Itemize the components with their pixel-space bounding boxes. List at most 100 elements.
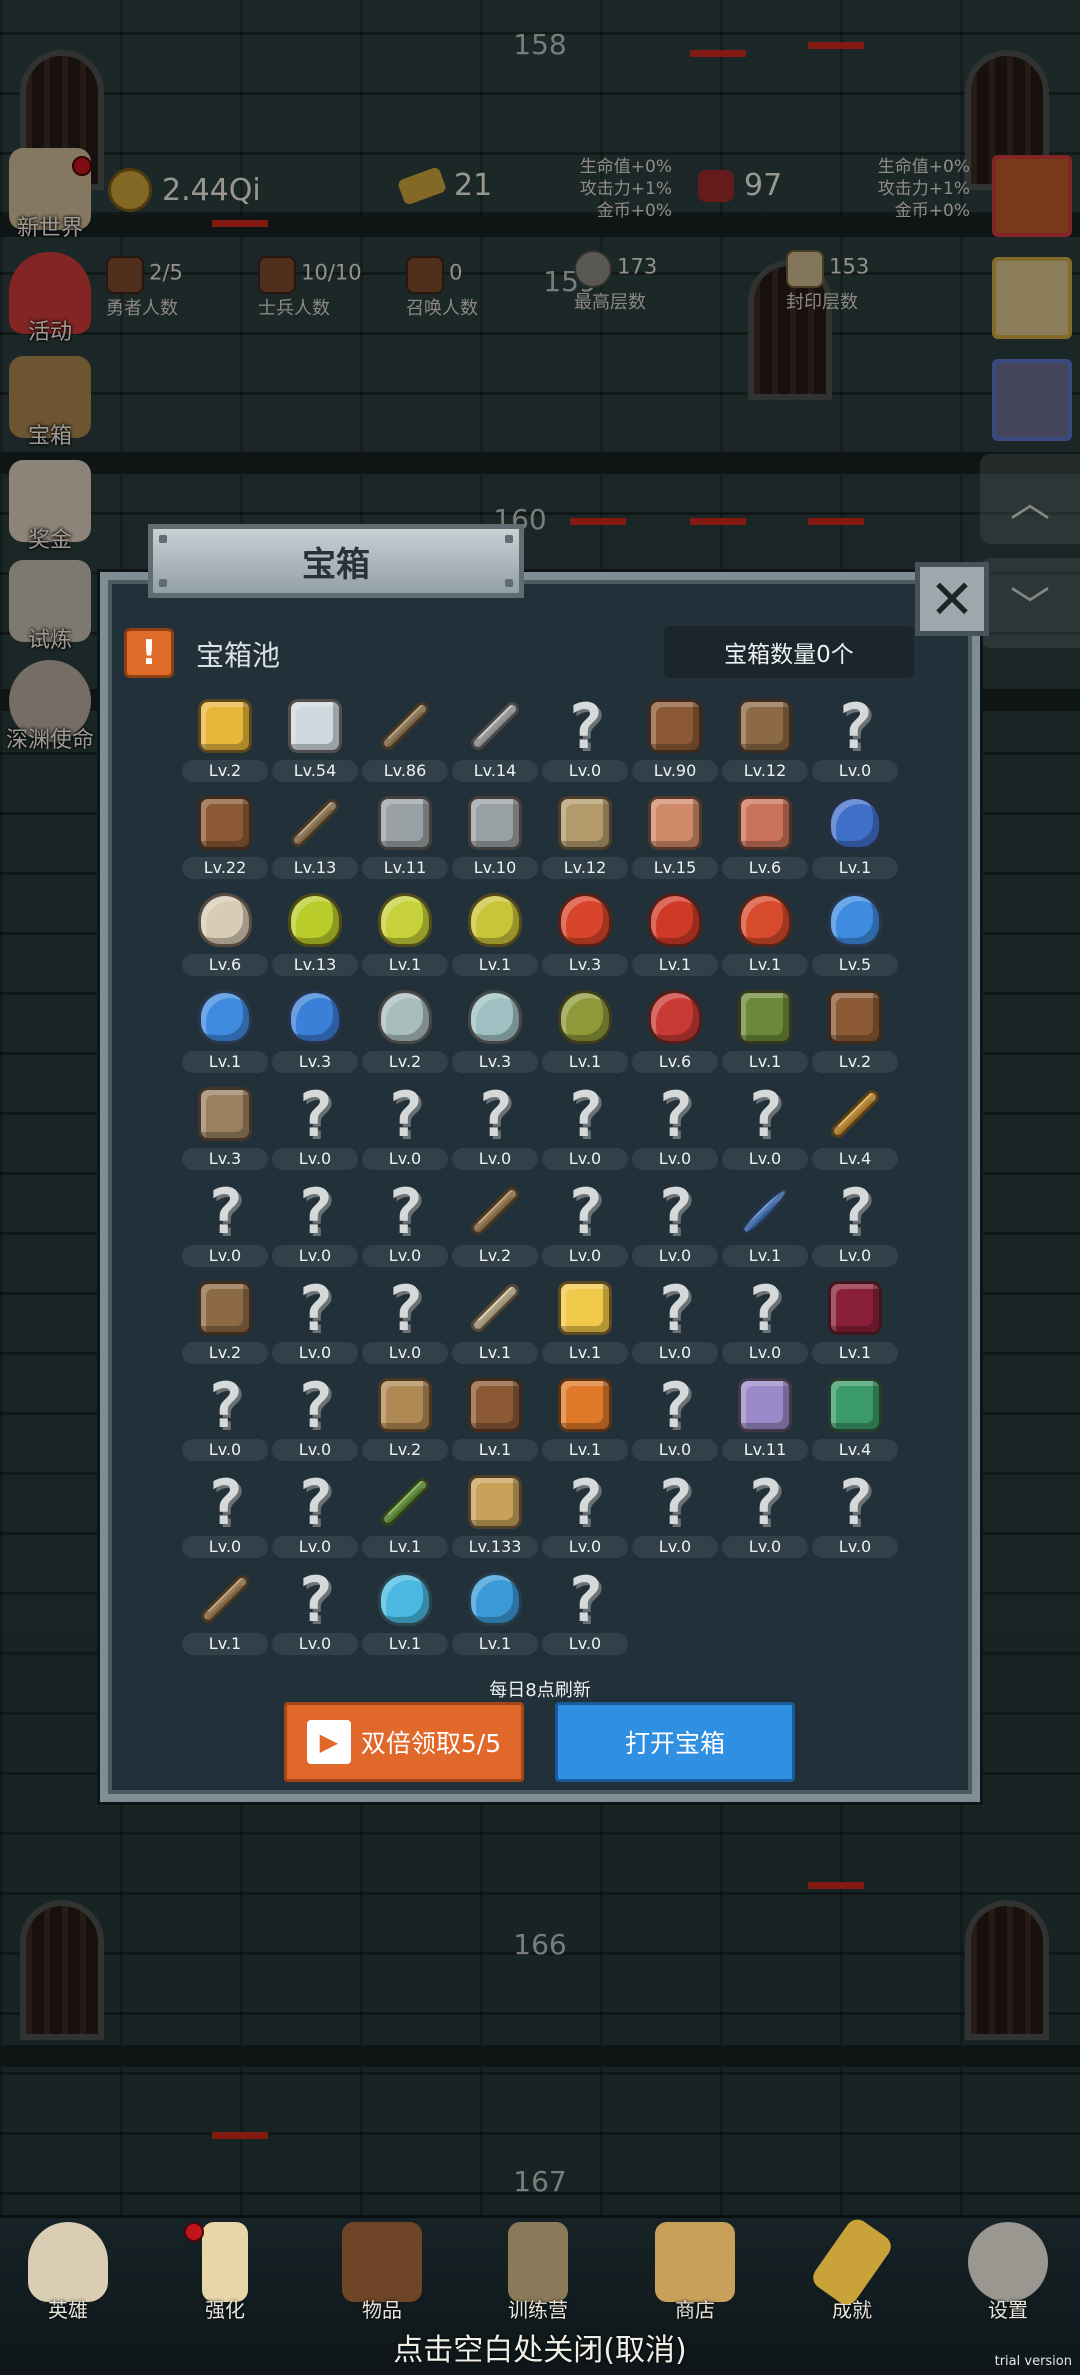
item-slot[interactable]: Lv.1 [720,981,810,1078]
item-slot[interactable]: ? Lv.0 [630,1272,720,1369]
item-slot[interactable]: Lv.2 [180,1272,270,1369]
item-slot[interactable]: Lv.133 [450,1466,540,1563]
item-slot[interactable]: Lv.1 [360,884,450,981]
red-potion-icon [733,888,797,952]
item-slot[interactable]: Lv.12 [540,787,630,884]
item-slot[interactable]: Lv.1 [360,1563,450,1660]
item-slot[interactable]: Lv.86 [360,690,450,787]
unknown-icon: ? [206,1368,244,1442]
item-slot[interactable]: Lv.1 [540,1272,630,1369]
item-slot[interactable]: Lv.6 [180,884,270,981]
item-level: Lv.2 [812,1051,898,1073]
blue-potion-icon [283,985,347,1049]
item-slot[interactable]: Lv.90 [630,690,720,787]
open-chest-button[interactable]: 打开宝箱 [555,1702,795,1782]
item-slot[interactable]: Lv.1 [720,1175,810,1272]
close-button[interactable]: ✕ [915,562,989,636]
nav-training[interactable]: 训练营 [488,2222,588,2323]
item-slot[interactable]: ? Lv.0 [540,690,630,787]
item-level: Lv.11 [722,1439,808,1461]
item-slot[interactable]: Lv.3 [540,884,630,981]
item-slot[interactable]: ? Lv.0 [720,1466,810,1563]
item-slot[interactable]: ? Lv.0 [270,1369,360,1466]
item-slot[interactable]: Lv.2 [180,690,270,787]
item-slot[interactable]: ? Lv.0 [180,1466,270,1563]
item-slot[interactable]: ? Lv.0 [810,1466,900,1563]
item-level: Lv.1 [452,1633,538,1655]
item-slot[interactable]: Lv.1 [810,787,900,884]
item-slot[interactable]: ? Lv.0 [810,1175,900,1272]
item-slot[interactable]: ? Lv.0 [630,1175,720,1272]
item-slot[interactable]: Lv.4 [810,1078,900,1175]
item-slot[interactable]: ? Lv.0 [360,1175,450,1272]
item-slot[interactable]: Lv.4 [810,1369,900,1466]
item-slot[interactable]: ? Lv.0 [360,1272,450,1369]
item-slot[interactable]: ? Lv.0 [630,1369,720,1466]
item-slot[interactable]: Lv.1 [810,1272,900,1369]
item-slot[interactable]: Lv.3 [450,981,540,1078]
item-level: Lv.12 [542,857,628,879]
item-slot[interactable]: ? Lv.0 [270,1563,360,1660]
item-slot[interactable]: Lv.2 [450,1175,540,1272]
item-slot[interactable]: Lv.2 [810,981,900,1078]
item-slot[interactable]: ? Lv.0 [720,1272,810,1369]
item-slot[interactable]: ? Lv.0 [270,1078,360,1175]
item-slot[interactable]: ? Lv.0 [270,1466,360,1563]
item-slot[interactable]: ? Lv.0 [540,1175,630,1272]
item-slot[interactable]: Lv.12 [720,690,810,787]
item-slot[interactable]: Lv.14 [450,690,540,787]
item-slot[interactable]: Lv.1 [450,1563,540,1660]
item-slot[interactable]: Lv.11 [360,787,450,884]
item-slot[interactable]: ? Lv.0 [540,1078,630,1175]
item-level: Lv.5 [812,954,898,976]
item-slot[interactable]: Lv.13 [270,884,360,981]
item-slot[interactable]: Lv.1 [540,1369,630,1466]
item-slot[interactable]: Lv.2 [360,981,450,1078]
item-slot[interactable]: Lv.6 [630,981,720,1078]
nav-settings[interactable]: 设置 [958,2222,1058,2323]
item-slot[interactable]: Lv.1 [630,884,720,981]
item-slot[interactable]: Lv.1 [540,981,630,1078]
nav-items[interactable]: 物品 [332,2222,432,2323]
item-slot[interactable]: Lv.6 [720,787,810,884]
item-slot[interactable]: Lv.15 [630,787,720,884]
item-slot[interactable]: ? Lv.0 [360,1078,450,1175]
item-slot[interactable]: ? Lv.0 [630,1466,720,1563]
item-slot[interactable]: Lv.1 [720,884,810,981]
item-slot[interactable]: Lv.54 [270,690,360,787]
item-level: Lv.2 [452,1245,538,1267]
nav-achievements[interactable]: 成就 [802,2214,902,2323]
item-slot[interactable]: ? Lv.0 [270,1272,360,1369]
item-slot[interactable]: ? Lv.0 [450,1078,540,1175]
rivet [505,579,513,587]
item-slot[interactable]: ? Lv.0 [270,1175,360,1272]
item-level: Lv.0 [182,1439,268,1461]
item-slot[interactable]: Lv.11 [720,1369,810,1466]
nav-shop[interactable]: 商店 [645,2222,745,2323]
item-slot[interactable]: Lv.5 [810,884,900,981]
item-slot[interactable]: ? Lv.0 [810,690,900,787]
item-slot[interactable]: ? Lv.0 [540,1563,630,1660]
item-slot[interactable]: Lv.22 [180,787,270,884]
item-slot[interactable]: Lv.3 [270,981,360,1078]
nav-heroes[interactable]: 英雄 [18,2222,118,2323]
item-slot[interactable]: ? Lv.0 [630,1078,720,1175]
item-slot[interactable]: Lv.1 [360,1466,450,1563]
item-slot[interactable]: ? Lv.0 [540,1466,630,1563]
item-slot[interactable]: Lv.2 [360,1369,450,1466]
item-slot[interactable]: Lv.1 [450,884,540,981]
item-slot[interactable]: Lv.10 [450,787,540,884]
item-slot[interactable]: Lv.1 [180,981,270,1078]
item-slot[interactable]: Lv.1 [180,1563,270,1660]
item-level: Lv.0 [632,1245,718,1267]
item-slot[interactable]: ? Lv.0 [180,1369,270,1466]
item-slot[interactable]: Lv.3 [180,1078,270,1175]
red-potion-icon [553,888,617,952]
yellow-potion-icon [373,888,437,952]
item-slot[interactable]: Lv.13 [270,787,360,884]
item-slot[interactable]: Lv.1 [450,1369,540,1466]
double-claim-button[interactable]: ▶ 双倍领取5/5 [284,1702,524,1782]
item-slot[interactable]: Lv.1 [450,1272,540,1369]
item-slot[interactable]: ? Lv.0 [720,1078,810,1175]
item-slot[interactable]: ? Lv.0 [180,1175,270,1272]
